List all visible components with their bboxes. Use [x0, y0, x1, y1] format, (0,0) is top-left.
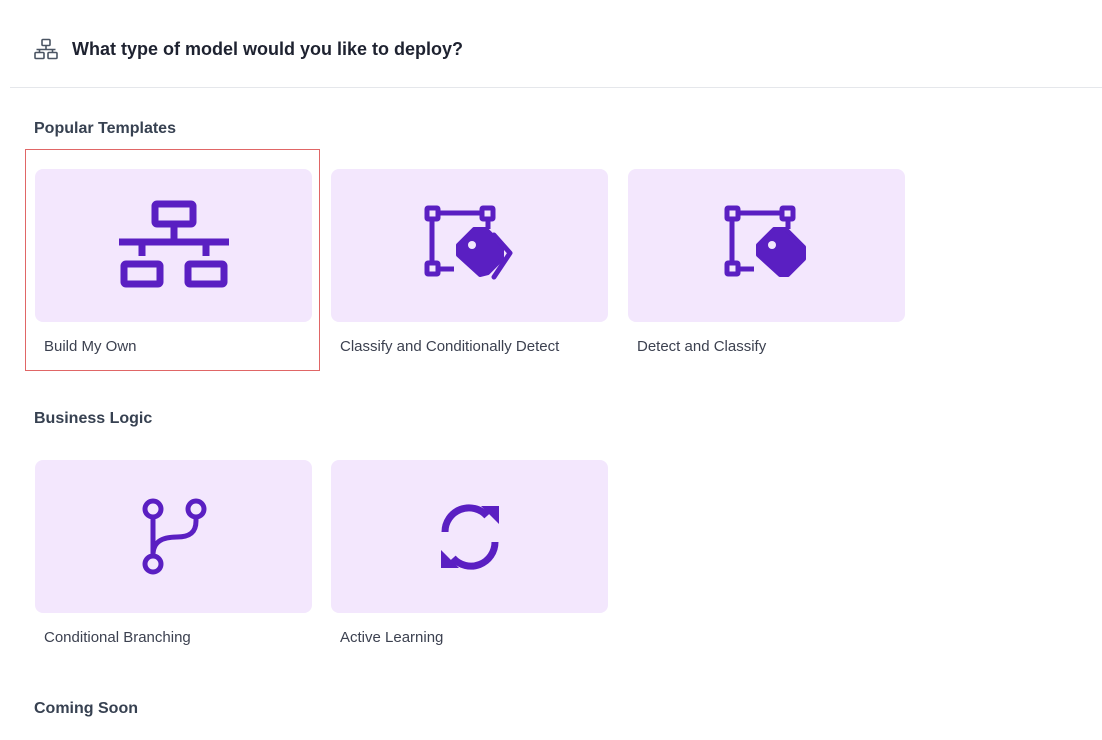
template-card-detect-and-classify[interactable]: Detect and Classify	[628, 169, 905, 359]
card-label: Active Learning	[340, 629, 444, 646]
card-tile[interactable]	[35, 460, 312, 613]
refresh-icon	[440, 503, 499, 570]
detect-tag-icon	[724, 205, 806, 277]
template-card-active-learning[interactable]: Active Learning	[331, 460, 608, 650]
card-tile[interactable]	[628, 169, 905, 322]
card-tile[interactable]	[331, 460, 608, 613]
card-label: Classify and Conditionally Detect	[340, 338, 560, 355]
sitemap-icon	[118, 200, 229, 287]
card-tile[interactable]	[331, 169, 608, 322]
card-label: Detect and Classify	[637, 338, 767, 355]
code-branch-icon	[142, 498, 206, 574]
detect-tags-icon	[424, 205, 512, 279]
template-card-classify-and-conditionally-detect[interactable]: Classify and Conditionally Detect	[331, 169, 608, 359]
template-card-conditional-branching[interactable]: Conditional Branching	[35, 460, 312, 650]
page-header: What type of model would you like to dep…	[0, 0, 1102, 88]
page-title: What type of model would you like to dep…	[72, 39, 464, 59]
section-title-popular-templates: Popular Templates	[34, 120, 176, 137]
sitemap-icon	[33, 38, 59, 62]
section-title-coming-soon: Coming Soon	[34, 700, 138, 717]
card-label: Build My Own	[44, 338, 137, 355]
template-card-build-my-own[interactable]: Build My Own	[35, 169, 312, 359]
header-divider	[10, 87, 1102, 88]
card-label: Conditional Branching	[44, 629, 191, 646]
section-title-business-logic: Business Logic	[34, 410, 153, 427]
card-tile[interactable]	[35, 169, 312, 322]
